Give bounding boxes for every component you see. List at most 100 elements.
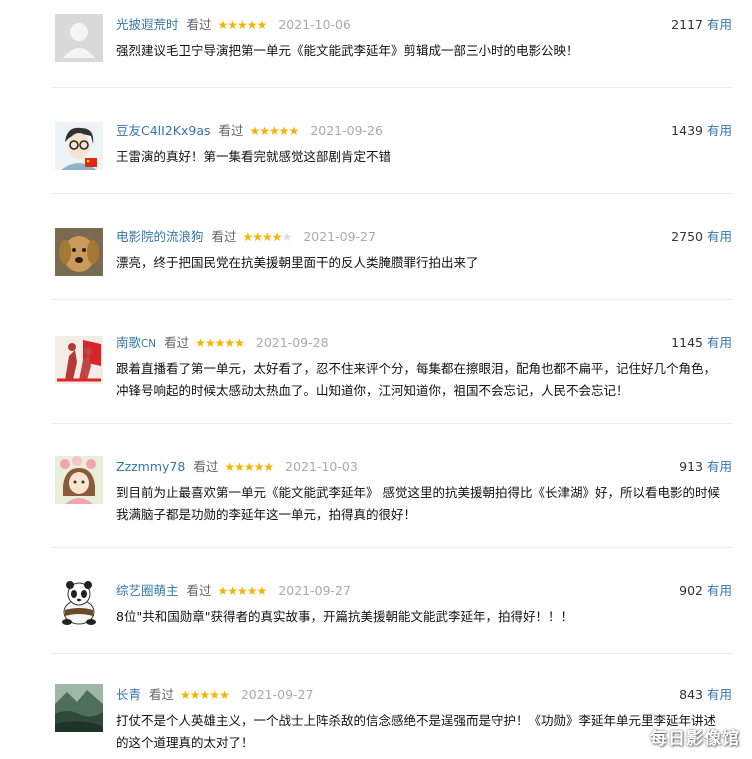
watch-status: 看过 — [193, 459, 219, 474]
star-filled-icon: ★ — [234, 336, 245, 350]
star-filled-icon: ★ — [209, 688, 220, 702]
star-filled-icon: ★ — [214, 336, 226, 350]
vote-area: 2117 有用 — [671, 16, 732, 34]
star-rating: ★★★★★ — [217, 18, 268, 32]
vote-count: 902 — [679, 583, 703, 598]
star-filled-icon: ★ — [189, 688, 201, 702]
star-filled-icon: ★ — [217, 18, 229, 32]
username-link[interactable]: 南歌 — [116, 335, 141, 350]
kungfu-panda-avatar[interactable] — [55, 578, 103, 626]
useful-button[interactable]: 有用 — [707, 229, 732, 244]
star-rating: ★★★★★ — [218, 584, 268, 598]
comment-header: 电影院的流浪狗 看过 ★★★★★ 2021-09-27 2750 有用 — [116, 228, 732, 246]
username-link[interactable]: Zzzmmy78 — [116, 459, 185, 474]
star-rating: ★★★★★ — [224, 460, 274, 474]
comment-date: 2021-10-03 — [285, 459, 358, 474]
star-filled-icon: ★ — [227, 584, 238, 598]
comment-item: 豆友C4lI2Kx9as 看过 ★★★★★ 2021-09-26 1439 有用 … — [52, 118, 732, 194]
star-filled-icon: ★ — [246, 584, 258, 598]
useful-button[interactable]: 有用 — [707, 123, 732, 138]
comment-date: 2021-10-06 — [278, 17, 351, 32]
landscape-avatar[interactable] — [55, 684, 103, 732]
vote-count: 913 — [679, 459, 703, 474]
star-filled-icon: ★ — [262, 230, 273, 244]
golden-retriever-avatar[interactable] — [55, 228, 103, 276]
star-filled-icon: ★ — [195, 336, 206, 350]
comment-date: 2021-09-27 — [303, 229, 376, 244]
star-filled-icon: ★ — [234, 460, 245, 474]
comment-text: 漂亮，终于把国民党在抗美援朝里面干的反人类腌臜罪行拍出来了 — [116, 255, 479, 270]
star-filled-icon: ★ — [227, 18, 238, 32]
username-link[interactable]: 光披遐荒时 — [116, 17, 179, 32]
username-link[interactable]: 电影院的流浪狗 — [116, 229, 204, 244]
watch-status: 看过 — [164, 335, 190, 350]
star-filled-icon: ★ — [224, 336, 235, 350]
star-filled-icon: ★ — [224, 460, 235, 474]
useful-button[interactable]: 有用 — [707, 687, 732, 702]
star-filled-icon: ★ — [237, 18, 248, 32]
star-filled-icon: ★ — [269, 124, 280, 138]
star-filled-icon: ★ — [252, 230, 263, 244]
star-filled-icon: ★ — [278, 124, 290, 138]
username-link[interactable]: 长青 — [116, 687, 141, 702]
comment-date: 2021-09-28 — [255, 335, 329, 350]
useful-button[interactable]: 有用 — [707, 335, 732, 350]
useful-button[interactable]: 有用 — [707, 17, 732, 32]
comment-header: 豆友C4lI2Kx9as 看过 ★★★★★ 2021-09-26 1439 有用 — [116, 122, 732, 140]
comment-item: Zzzmmy78 看过 ★★★★★ 2021-10-03 913 有用 到目前为止… — [52, 454, 732, 548]
comment-item: 长青 看过 ★★★★★ 2021-09-27 843 有用 打仗不是个人英雄主义，… — [52, 684, 732, 759]
star-filled-icon: ★ — [256, 18, 268, 32]
comment-text: 王雷演的真好！第一集看完就感觉这部剧肯定不错 — [116, 149, 392, 164]
star-filled-icon: ★ — [256, 584, 268, 598]
comment-text: 打仗不是个人英雄主义，一个战士上阵杀敌的信念感绝不是逞强而是守护！《功勋》李延年… — [116, 713, 717, 750]
comment-text: 强烈建议毛卫宁导演把第一单元《能文能武李延年》剪辑成一部三小时的电影公映！ — [116, 43, 579, 58]
vote-area: 1439 有用 — [671, 122, 732, 140]
star-filled-icon: ★ — [237, 584, 248, 598]
star-filled-icon: ★ — [180, 688, 191, 702]
username-link[interactable]: 综艺圈萌主 — [116, 583, 179, 598]
watch-status: 看过 — [149, 687, 175, 702]
vote-area: 843 有用 — [679, 686, 732, 704]
watch-status: 看过 — [186, 17, 212, 32]
useful-button[interactable]: 有用 — [707, 459, 732, 474]
comment-header: Zzzmmy78 看过 ★★★★★ 2021-10-03 913 有用 — [116, 458, 732, 476]
star-filled-icon: ★ — [288, 124, 300, 138]
comment-header: 光披遐荒时 看过 ★★★★★ 2021-10-06 2117 有用 — [116, 16, 732, 34]
comment-text: 8位"共和国勋章"获得者的真实故事，开篇抗美援朝能文能武李延年，拍得好！！！ — [116, 609, 573, 624]
comment-header: 综艺圈萌主 看过 ★★★★★ 2021-09-27 902 有用 — [116, 582, 732, 600]
star-filled-icon: ★ — [263, 460, 274, 474]
star-filled-icon: ★ — [271, 230, 283, 244]
cartoon-glasses-avatar[interactable] — [55, 122, 103, 170]
flower-girl-avatar[interactable] — [55, 456, 103, 504]
username-link[interactable]: 豆友C4lI2Kx9as — [116, 123, 211, 138]
star-rating: ★★★★★ — [249, 124, 300, 138]
star-filled-icon: ★ — [249, 124, 261, 138]
star-filled-icon: ★ — [199, 688, 211, 702]
comment-date: 2021-09-27 — [278, 583, 351, 598]
comment-item: 南歌CN 看过 ★★★★★ 2021-09-28 1145 有用 跟着直播看了第一… — [52, 330, 732, 424]
username-suffix: CN — [141, 338, 157, 350]
watermark: 每日影像馆 — [650, 729, 740, 749]
watch-status: 看过 — [211, 229, 237, 244]
comment-date: 2021-09-26 — [310, 123, 383, 138]
comment-header: 南歌CN 看过 ★★★★★ 2021-09-28 1145 有用 — [116, 334, 732, 352]
star-filled-icon: ★ — [246, 18, 258, 32]
vote-count: 1145 — [671, 335, 703, 350]
watch-status: 看过 — [186, 583, 212, 598]
vote-area: 902 有用 — [679, 582, 732, 600]
vote-area: 913 有用 — [679, 458, 732, 476]
default-user-icon[interactable] — [55, 14, 103, 62]
comment-item: 综艺圈萌主 看过 ★★★★★ 2021-09-27 902 有用 8位"共和国勋章… — [52, 578, 732, 654]
vote-count: 2117 — [671, 17, 703, 32]
watch-status: 看过 — [218, 123, 244, 138]
vote-count: 2750 — [671, 229, 703, 244]
comment-text: 跟着直播看了第一单元，太好看了，忍不住来评个分，每集都在擦眼泪，配角也都不扁平，… — [116, 361, 717, 398]
vote-area: 2750 有用 — [671, 228, 732, 246]
useful-button[interactable]: 有用 — [707, 583, 732, 598]
star-filled-icon: ★ — [243, 460, 255, 474]
star-filled-icon: ★ — [242, 230, 254, 244]
soldiers-flag-avatar[interactable] — [55, 336, 103, 384]
comment-header: 长青 看过 ★★★★★ 2021-09-27 843 有用 — [116, 686, 732, 704]
vote-count: 843 — [679, 687, 703, 702]
vote-count: 1439 — [671, 123, 703, 138]
